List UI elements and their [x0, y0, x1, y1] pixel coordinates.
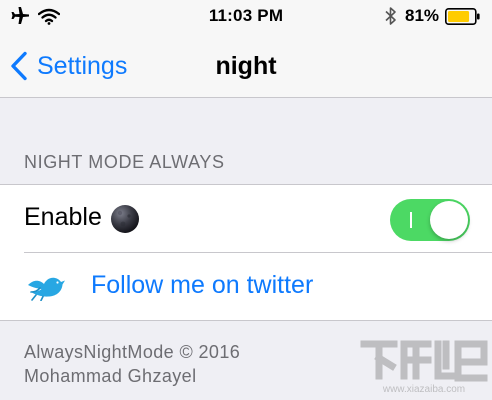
- enable-label: Enable: [24, 203, 102, 231]
- status-bar: 11:03 PM 81%: [0, 0, 492, 34]
- twitter-bird-icon: [28, 277, 65, 301]
- toggle-on-indicator: [410, 212, 412, 228]
- twitter-row[interactable]: Follow me on twitter: [0, 253, 492, 321]
- moon-icon: [111, 205, 139, 233]
- bluetooth-icon: [385, 7, 396, 25]
- navigation-bar: Settings night: [0, 34, 492, 98]
- footer-text: AlwaysNightMode © 2016 Mohammad Ghzayel: [24, 340, 240, 388]
- section-header: NIGHT MODE ALWAYS: [24, 152, 225, 172]
- watermark-logo: www.xiazaiba.com: [360, 340, 488, 395]
- enable-row: Enable: [0, 185, 492, 253]
- settings-group: Enable Follow me on twitter: [0, 184, 492, 321]
- watermark-domain: www.xiazaiba.com: [382, 384, 465, 395]
- footer-line-2: Mohammad Ghzayel: [24, 366, 197, 386]
- battery-percent: 81%: [405, 6, 440, 25]
- enable-toggle[interactable]: [390, 199, 470, 241]
- battery-icon: [445, 8, 480, 25]
- twitter-link[interactable]: Follow me on twitter: [91, 271, 313, 300]
- toggle-knob: [430, 201, 468, 239]
- footer-line-1: AlwaysNightMode © 2016: [24, 342, 241, 362]
- page-title: night: [215, 52, 277, 80]
